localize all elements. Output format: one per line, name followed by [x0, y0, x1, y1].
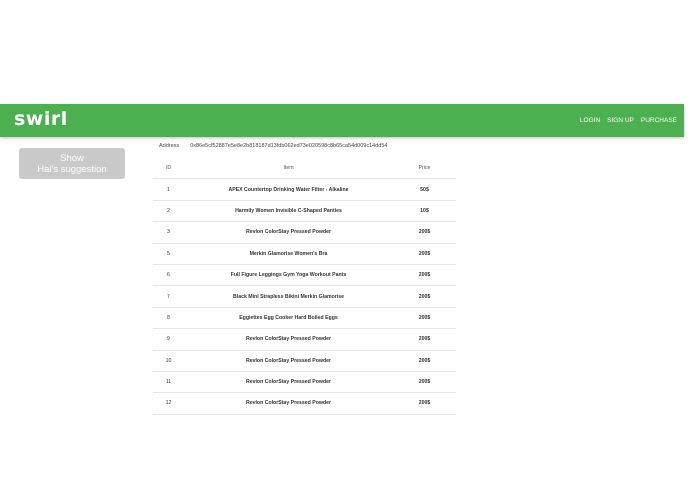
row-item: Full Figure Leggings Gym Yoga Workout Pa… [230, 272, 347, 279]
table-row: 5 Merkin Glamorise Women's Bra 200$ [153, 244, 456, 265]
row-price: 200$ [418, 400, 431, 407]
row-price: 200$ [418, 272, 431, 279]
table-row: 1 APEX Countertop Drinking Water Filter -… [153, 179, 456, 201]
table-row: 7 Black Mini Strapless Bikini Merkin Glam… [153, 286, 456, 308]
show-suggestion-button[interactable]: Show Hai's suggestion [19, 148, 125, 179]
address-row: Address 0x86e5cf52887e5e8e2b818187d13fdb… [159, 143, 387, 149]
nav-login-link[interactable]: LOGIN [580, 117, 600, 124]
suggestion-button-line2: Hai's suggestion [37, 164, 107, 175]
row-id: 2 [167, 207, 170, 214]
row-price: 200$ [418, 250, 431, 257]
brand-logo[interactable]: swirl [14, 108, 68, 130]
row-price: 200$ [418, 229, 431, 236]
table-row: 3 Revlon ColorStay Pressed Powder 200$ [153, 222, 456, 244]
row-item: Eggiettes Egg Cooker Hard Boiled Eggs [239, 314, 338, 321]
nav-links: LOGIN SIGN UP PURCHASE [580, 104, 677, 137]
row-id: 1 [167, 186, 170, 193]
table-row: 11 Revlon ColorStay Pressed Powder 200$ [153, 372, 456, 394]
row-item: APEX Countertop Drinking Water Filter - … [228, 186, 349, 193]
table-row: 9 Revlon ColorStay Pressed Powder 200$ [153, 329, 456, 351]
table-body: 1 APEX Countertop Drinking Water Filter -… [153, 179, 456, 415]
suggestion-button-line1: Show [60, 153, 84, 164]
header-id: ID [165, 165, 172, 172]
table-row: 6 Full Figure Leggings Gym Yoga Workout P… [153, 265, 456, 287]
table-row: 10 Revlon ColorStay Pressed Powder 200$ [153, 351, 456, 372]
row-price: 200$ [418, 379, 431, 386]
row-id: 5 [167, 250, 170, 257]
row-id: 10 [165, 357, 172, 364]
table-row: 12 Revlon ColorStay Pressed Powder 200$ [153, 393, 456, 415]
row-id: 7 [167, 293, 170, 300]
table-row: 8 Eggiettes Egg Cooker Hard Boiled Eggs 20… [153, 308, 456, 330]
row-item: Revlon ColorStay Pressed Powder [245, 379, 332, 386]
row-price: 50$ [420, 186, 429, 193]
purchase-table: ID Item Price 1 APEX Countertop Drinking … [153, 158, 456, 415]
row-item: Revlon ColorStay Pressed Powder [245, 357, 332, 364]
table-header-row: ID Item Price [153, 158, 456, 180]
row-price: 200$ [418, 314, 431, 321]
row-id: 3 [167, 229, 170, 236]
navbar: swirl LOGIN SIGN UP PURCHASE [0, 104, 684, 137]
address-label: Address [159, 143, 180, 149]
row-price: 200$ [418, 357, 431, 364]
header-item: Item [283, 165, 294, 172]
row-id: 11 [165, 379, 172, 386]
row-id: 9 [167, 336, 170, 343]
row-item: Harmily Women Invisible C-Shaped Panties [235, 207, 342, 214]
row-item: Revlon ColorStay Pressed Powder [245, 400, 332, 407]
nav-signup-link[interactable]: SIGN UP [607, 117, 634, 124]
header-price: Price [418, 165, 431, 172]
row-price: 200$ [418, 336, 431, 343]
row-id: 6 [167, 272, 170, 279]
table-row: 2 Harmily Women Invisible C-Shaped Pantie… [153, 201, 456, 223]
row-item: Merkin Glamorise Women's Bra [249, 250, 328, 257]
row-item: Revlon ColorStay Pressed Powder [245, 336, 332, 343]
row-price: 200$ [418, 293, 431, 300]
row-id: 12 [165, 400, 172, 407]
row-id: 8 [167, 314, 170, 321]
nav-purchase-link[interactable]: PURCHASE [641, 117, 677, 124]
address-value: 0x86e5cf52887e5e8e2b818187d13fdb062ed73e… [190, 143, 388, 149]
row-item: Black Mini Strapless Bikini Merkin Glamo… [233, 293, 344, 300]
row-item: Revlon ColorStay Pressed Powder [245, 229, 332, 236]
row-price: 10$ [420, 207, 429, 214]
